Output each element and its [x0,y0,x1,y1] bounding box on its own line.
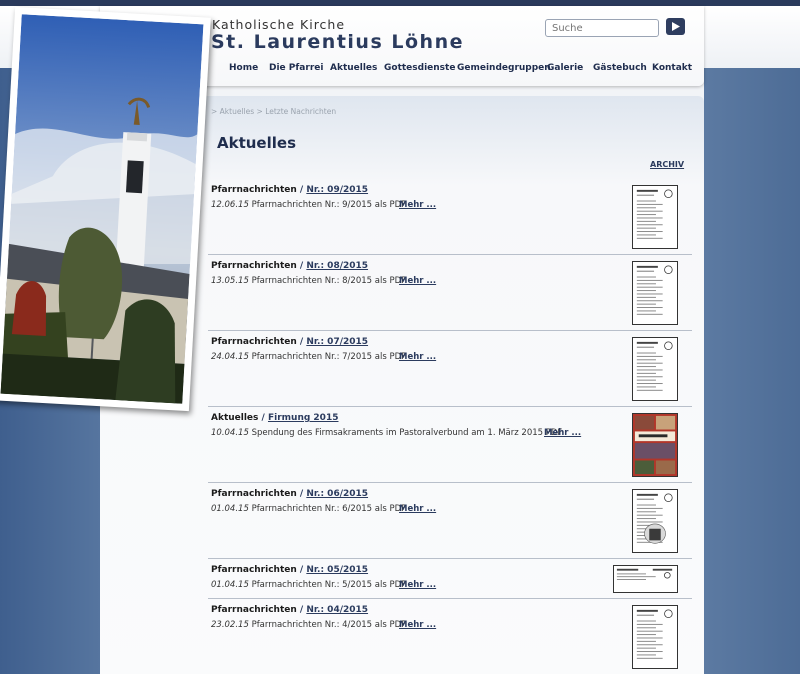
news-text: Pfarrnachrichten Nr.: 8/2015 als PDF [251,276,407,286]
nav-item-galerie[interactable]: Galerie [547,63,583,73]
news-title: Pfarrnachrichten / Nr.: 05/2015 [211,565,368,575]
page-title: Aktuelles [217,134,296,152]
news-category: Pfarrnachrichten [211,261,297,271]
news-text: Pfarrnachrichten Nr.: 6/2015 als PDF [251,504,407,514]
news-text: Pfarrnachrichten Nr.: 9/2015 als PDF [251,200,407,210]
nav-item-gemeindegruppen[interactable]: Gemeindegruppen [457,63,551,73]
news-divider [208,406,692,407]
breadcrumb: > Aktuelles > Letzte Nachrichten [211,107,337,116]
news-category: Pfarrnachrichten [211,605,297,615]
news-title: Pfarrnachrichten / Nr.: 06/2015 [211,489,368,499]
play-arrow-icon [671,22,680,31]
news-summary: 12.06.15 Pfarrnachrichten Nr.: 9/2015 al… [211,200,406,210]
news-category: Pfarrnachrichten [211,489,297,499]
more-link[interactable]: Mehr ... [544,428,581,438]
news-divider [208,598,692,599]
news-title: Pfarrnachrichten / Nr.: 09/2015 [211,185,368,195]
news-summary: 01.04.15 Pfarrnachrichten Nr.: 6/2015 al… [211,504,406,514]
site-subtitle: Katholische Kirche [212,17,346,32]
more-link[interactable]: Mehr ... [399,200,436,210]
news-separator: / [299,261,304,271]
news-title: Aktuelles / Firmung 2015 [211,413,338,423]
news-divider [208,254,692,255]
news-title: Pfarrnachrichten / Nr.: 04/2015 [211,605,368,615]
news-divider [208,558,692,559]
news-summary: 24.04.15 Pfarrnachrichten Nr.: 7/2015 al… [211,352,406,362]
news-date: 10.04.15 [211,428,249,438]
news-separator: / [299,185,304,195]
news-title: Pfarrnachrichten / Nr.: 08/2015 [211,261,368,271]
nav-item-die-pfarrei[interactable]: Die Pfarrei [269,63,323,73]
archiv-link[interactable]: ARCHIV [650,160,684,169]
news-thumbnail[interactable] [632,413,678,477]
news-date: 01.04.15 [211,580,249,590]
news-date: 12.06.15 [211,200,249,210]
nav-item-aktuelles[interactable]: Aktuelles [330,63,377,73]
news-divider [208,482,692,483]
site-title[interactable]: St. Laurentius Löhne [211,31,464,53]
news-separator: / [299,489,304,499]
news-divider [208,330,692,331]
news-title-link[interactable]: Nr.: 05/2015 [306,565,368,575]
news-date: 24.04.15 [211,352,249,362]
search-button[interactable] [666,18,685,35]
news-date: 01.04.15 [211,504,249,514]
news-thumbnail[interactable] [632,605,678,669]
news-title-link[interactable]: Nr.: 07/2015 [306,337,368,347]
news-title-link[interactable]: Firmung 2015 [268,413,339,423]
news-category: Aktuelles [211,413,259,423]
news-title: Pfarrnachrichten / Nr.: 07/2015 [211,337,368,347]
news-text: Pfarrnachrichten Nr.: 7/2015 als PDF [251,352,407,362]
news-separator: / [299,605,304,615]
news-category: Pfarrnachrichten [211,185,297,195]
church-photo [0,6,211,412]
news-thumbnail[interactable] [632,261,678,325]
news-separator: / [261,413,265,423]
news-text: Spendung des Firmsakraments im Pastoralv… [251,428,563,438]
news-text: Pfarrnachrichten Nr.: 5/2015 als PDF [251,580,407,590]
news-thumbnail[interactable] [632,185,678,249]
news-separator: / [299,565,304,575]
news-thumbnail[interactable] [632,489,678,553]
news-separator: / [299,337,304,347]
news-summary: 01.04.15 Pfarrnachrichten Nr.: 5/2015 al… [211,580,406,590]
nav-item-home[interactable]: Home [229,63,258,73]
news-summary: 10.04.15 Spendung des Firmsakraments im … [211,428,562,438]
news-category: Pfarrnachrichten [211,565,297,575]
news-date: 13.05.15 [211,276,249,286]
nav-item-gottesdienste[interactable]: Gottesdienste [384,63,455,73]
news-title-link[interactable]: Nr.: 08/2015 [306,261,368,271]
search-input[interactable] [545,19,659,37]
more-link[interactable]: Mehr ... [399,620,436,630]
news-thumbnail[interactable] [613,565,678,593]
more-link[interactable]: Mehr ... [399,352,436,362]
more-link[interactable]: Mehr ... [399,276,436,286]
news-title-link[interactable]: Nr.: 04/2015 [306,605,368,615]
news-date: 23.02.15 [211,620,249,630]
news-thumbnail[interactable] [632,337,678,401]
news-summary: 13.05.15 Pfarrnachrichten Nr.: 8/2015 al… [211,276,406,286]
more-link[interactable]: Mehr ... [399,580,436,590]
news-text: Pfarrnachrichten Nr.: 4/2015 als PDF [251,620,407,630]
news-title-link[interactable]: Nr.: 06/2015 [306,489,368,499]
nav-item-g-stebuch[interactable]: Gästebuch [593,63,647,73]
news-title-link[interactable]: Nr.: 09/2015 [306,185,368,195]
news-category: Pfarrnachrichten [211,337,297,347]
news-summary: 23.02.15 Pfarrnachrichten Nr.: 4/2015 al… [211,620,406,630]
more-link[interactable]: Mehr ... [399,504,436,514]
nav-item-kontakt[interactable]: Kontakt [652,63,692,73]
